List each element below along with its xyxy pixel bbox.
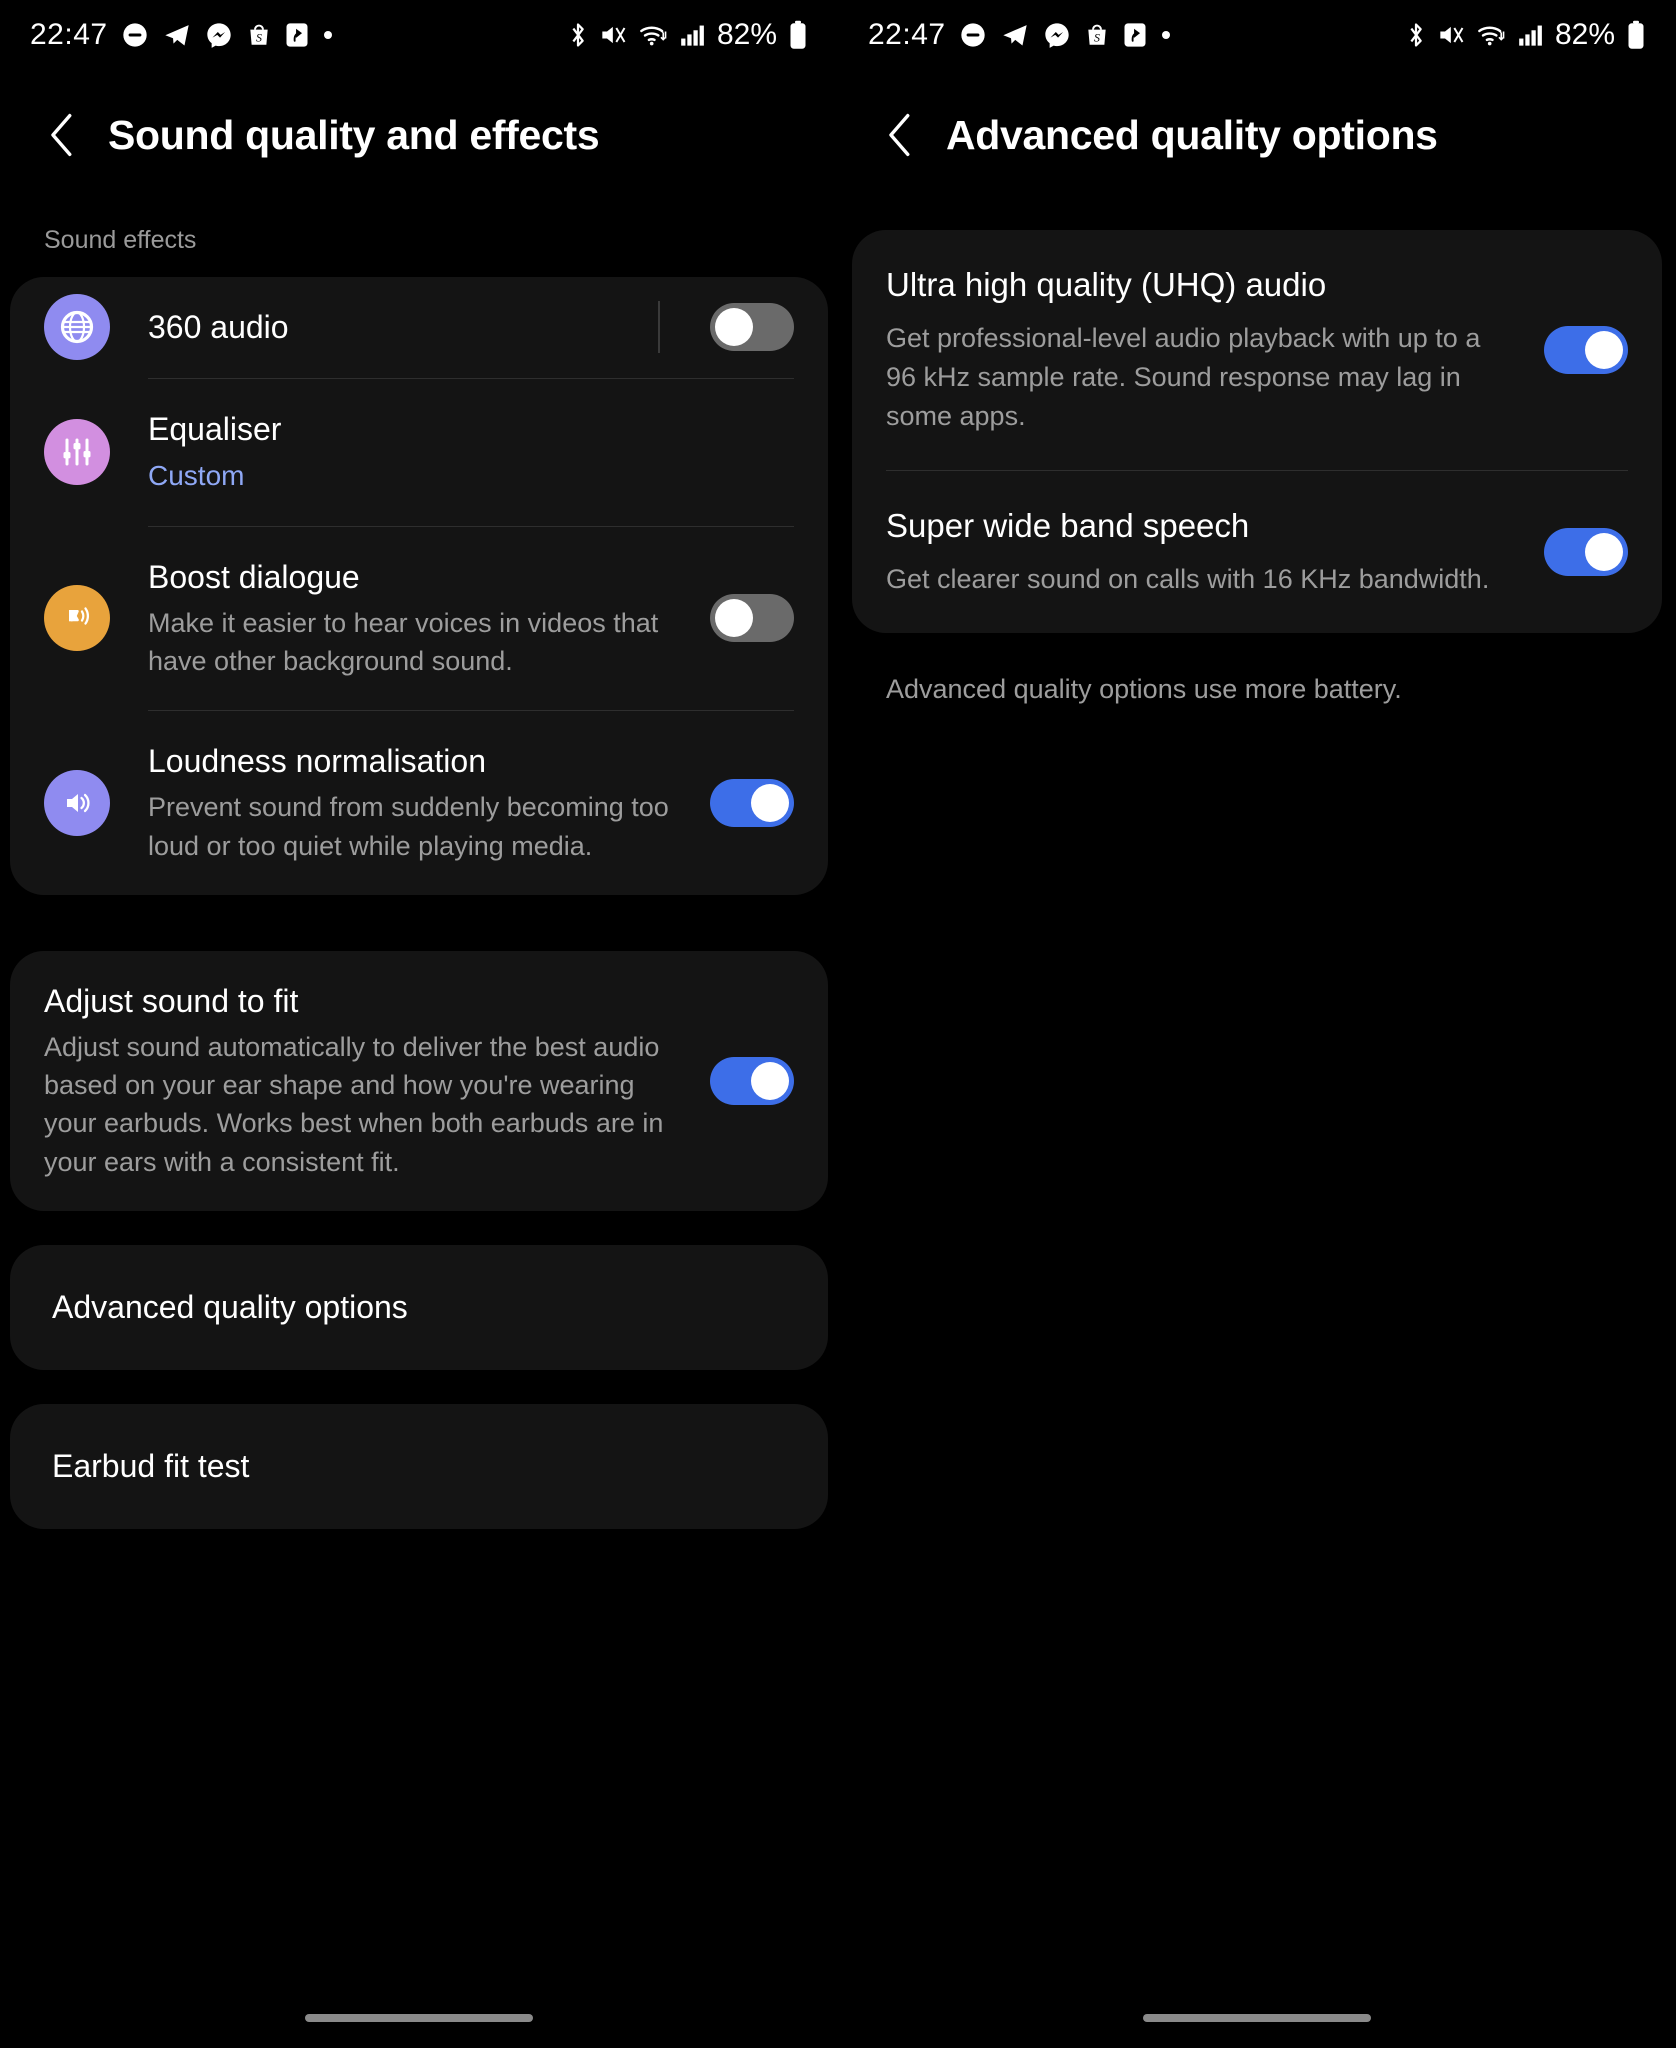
toggle-wrap	[1522, 326, 1628, 375]
list-item-subtitle: Adjust sound automatically to deliver th…	[44, 1031, 664, 1177]
list-item-uhq-audio[interactable]: Ultra high quality (UHQ) audio Get profe…	[852, 230, 1662, 470]
toggle-boost-dialogue[interactable]	[710, 594, 794, 643]
wifi-icon	[639, 22, 669, 48]
list-item-text: 360 audio	[148, 277, 658, 378]
signal-icon	[680, 22, 706, 48]
messenger-icon	[205, 21, 233, 49]
list-item-title: Super wide band speech	[886, 507, 1250, 545]
status-bar-left: 22:47 S	[30, 18, 334, 52]
dot-icon	[322, 29, 334, 41]
toggle-wrap	[1522, 528, 1628, 577]
toggle-super-wide-band-speech[interactable]	[1544, 528, 1628, 577]
back-arrow-icon[interactable]	[42, 113, 82, 157]
mute-icon	[600, 22, 628, 48]
toggle-adjust-sound-to-fit[interactable]	[710, 1057, 794, 1105]
dnd-icon	[959, 21, 987, 49]
list-item-title: Equaliser	[148, 410, 282, 447]
status-bar: 22:47 S 82%	[838, 0, 1676, 70]
toggle-uhq-audio[interactable]	[1544, 326, 1628, 375]
row-separator	[658, 301, 660, 354]
toggle-360-audio[interactable]	[710, 303, 794, 352]
left-screen: 22:47 S 82% Sound quality and effects So…	[0, 0, 838, 2048]
status-bar-right: 82%	[1405, 18, 1646, 52]
nav-item-earbud-fit-test[interactable]: Earbud fit test	[10, 1404, 828, 1530]
battery-icon	[788, 20, 808, 50]
status-time: 22:47	[868, 18, 946, 51]
status-time: 22:47	[30, 18, 108, 51]
left-nav-bar	[0, 1988, 838, 2048]
sound-effects-card: 360 audio Equaliser Custom Boost dialogu…	[10, 277, 828, 895]
list-item-value: Custom	[148, 459, 245, 491]
home-handle[interactable]	[1143, 2014, 1371, 2022]
app-icon	[1123, 21, 1147, 49]
app-icon	[285, 21, 309, 49]
svg-text:S: S	[1094, 31, 1100, 45]
list-item-boost-dialogue[interactable]: Boost dialogue Make it easier to hear vo…	[10, 527, 828, 711]
signal-icon	[1518, 22, 1544, 48]
status-bar-right: 82%	[567, 18, 808, 52]
list-item-360-audio[interactable]: 360 audio	[10, 277, 828, 378]
home-handle[interactable]	[305, 2014, 533, 2022]
list-item-text: Ultra high quality (UHQ) audio Get profe…	[886, 264, 1522, 436]
battery-icon	[1626, 20, 1646, 50]
list-item-title: Loudness normalisation	[148, 743, 486, 780]
nav-item-advanced-quality-options[interactable]: Advanced quality options	[10, 1245, 828, 1371]
list-item-text: Super wide band speech Get clearer sound…	[886, 505, 1522, 599]
dnd-icon	[121, 21, 149, 49]
list-item-title: Ultra high quality (UHQ) audio	[886, 266, 1327, 303]
wifi-icon	[1477, 22, 1507, 48]
list-item-text: Boost dialogue Make it easier to hear vo…	[148, 527, 688, 711]
list-item-title: 360 audio	[148, 309, 289, 345]
list-item-text: Adjust sound to fit Adjust sound automat…	[44, 951, 688, 1211]
footnote-battery-note: Advanced quality options use more batter…	[886, 674, 1402, 705]
volume-speaker-icon	[44, 770, 110, 837]
list-item-title: Boost dialogue	[148, 558, 360, 595]
list-item-subtitle: Make it easier to hear voices in videos …	[148, 607, 659, 676]
list-item-text: Loudness normalisation Prevent sound fro…	[148, 711, 688, 895]
list-item-subtitle: Get clearer sound on calls with 16 KHz b…	[886, 564, 1490, 595]
telegram-icon	[162, 21, 192, 49]
speaking-head-icon	[44, 585, 110, 652]
list-item-super-wide-band-speech[interactable]: Super wide band speech Get clearer sound…	[852, 471, 1662, 633]
bluetooth-icon	[567, 21, 589, 49]
shopee-icon: S	[1084, 21, 1110, 49]
adjust-sound-card: Adjust sound to fit Adjust sound automat…	[10, 950, 828, 1212]
right-header: Advanced quality options	[838, 70, 1676, 200]
right-screen: 22:47 S 82% Advanced quality options Ult…	[838, 0, 1676, 2048]
list-item-text: Equaliser Custom	[148, 379, 794, 526]
page-title: Sound quality and effects	[108, 111, 600, 158]
advanced-options-card: Ultra high quality (UHQ) audio Get profe…	[852, 230, 1662, 634]
globe-360-icon	[44, 294, 110, 361]
status-bar-left: 22:47 S	[868, 18, 1172, 52]
list-item-loudness-normalisation[interactable]: Loudness normalisation Prevent sound fro…	[10, 711, 828, 895]
right-nav-bar	[838, 1988, 1676, 2048]
list-item-subtitle: Get professional-level audio playback wi…	[886, 322, 1481, 432]
left-header: Sound quality and effects	[0, 70, 838, 200]
equaliser-sliders-icon	[44, 419, 110, 486]
back-arrow-icon[interactable]	[880, 113, 920, 157]
status-bar: 22:47 S 82%	[0, 0, 838, 70]
bluetooth-icon	[1405, 21, 1427, 49]
list-item-subtitle: Prevent sound from suddenly becoming too…	[148, 792, 669, 861]
battery-percent: 82%	[1554, 18, 1615, 51]
list-item-adjust-sound-to-fit[interactable]: Adjust sound to fit Adjust sound automat…	[10, 951, 828, 1211]
svg-text:S: S	[256, 31, 262, 45]
section-label-sound-effects: Sound effects	[44, 226, 197, 254]
dual-screenshot: 22:47 S 82% Sound quality and effects So…	[0, 0, 1676, 2048]
messenger-icon	[1043, 21, 1071, 49]
toggle-loudness-normalisation[interactable]	[710, 779, 794, 828]
mute-icon	[1438, 22, 1466, 48]
shopee-icon: S	[246, 21, 272, 49]
list-item-title: Adjust sound to fit	[44, 982, 299, 1019]
list-item-equaliser[interactable]: Equaliser Custom	[10, 379, 828, 526]
dot-icon	[1160, 29, 1172, 41]
battery-percent: 82%	[716, 18, 777, 51]
telegram-icon	[1000, 21, 1030, 49]
page-title: Advanced quality options	[946, 111, 1438, 158]
